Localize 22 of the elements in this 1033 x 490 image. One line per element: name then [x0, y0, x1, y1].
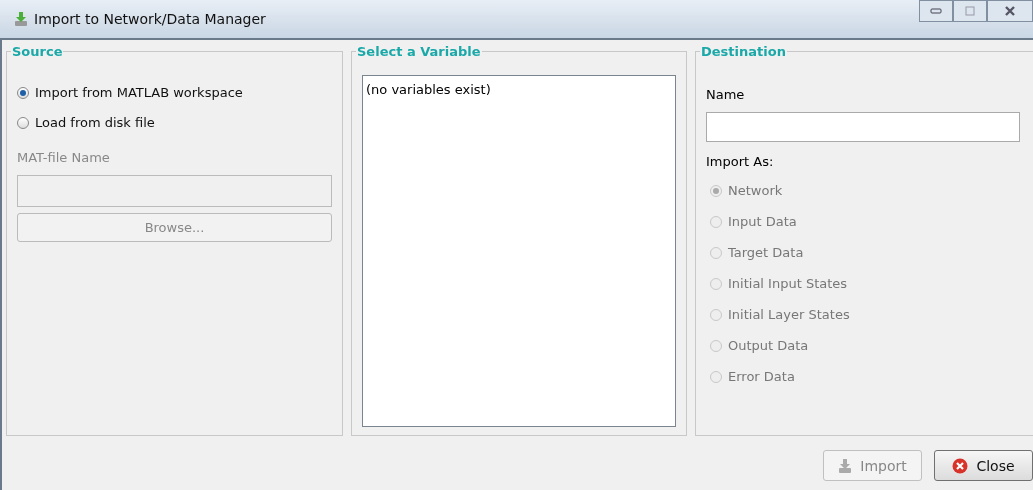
- variable-list[interactable]: (no variables exist): [362, 75, 676, 427]
- close-icon: [1004, 5, 1016, 17]
- close-icon: [952, 457, 969, 474]
- field-label: Import As:: [706, 154, 775, 169]
- minimize-button[interactable]: [919, 0, 953, 22]
- close-button[interactable]: [987, 0, 1033, 22]
- panel-title: Source: [11, 44, 64, 59]
- close-dialog-button[interactable]: Close: [934, 450, 1033, 481]
- maximize-icon: [965, 6, 975, 16]
- field-label: Name: [706, 87, 746, 102]
- panel-title: Destination: [700, 44, 787, 59]
- radio-option[interactable]: Load from disk file: [17, 115, 155, 130]
- list-item[interactable]: (no variables exist): [365, 82, 492, 97]
- download-icon: [14, 11, 28, 27]
- name-field[interactable]: [706, 112, 1020, 142]
- field-label: MAT-file Name: [17, 150, 111, 165]
- radio-option[interactable]: Import from MATLAB workspace: [17, 85, 243, 100]
- window-title: Import to Network/Data Manager: [34, 11, 266, 27]
- maximize-button[interactable]: [953, 0, 987, 22]
- minimize-icon: [930, 8, 942, 14]
- download-icon: [838, 457, 853, 474]
- panel-title: Select a Variable: [356, 44, 482, 59]
